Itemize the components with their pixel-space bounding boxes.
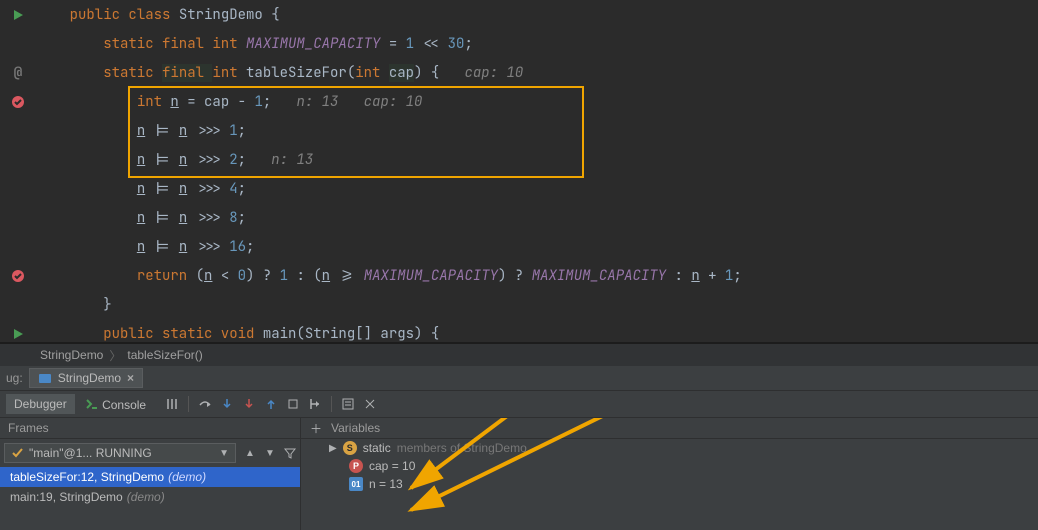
- step-into-icon[interactable]: [217, 394, 237, 414]
- run-gutter-icon[interactable]: [11, 327, 25, 341]
- variable-cap[interactable]: P cap = 10: [301, 457, 1038, 475]
- close-icon[interactable]: ×: [127, 371, 134, 385]
- run-gutter-icon[interactable]: [11, 8, 25, 22]
- threads-icon[interactable]: [162, 394, 182, 414]
- breakpoint-gutter-icon[interactable]: [11, 95, 25, 109]
- code-area[interactable]: public class StringDemo { static final i…: [36, 0, 1038, 348]
- code-line[interactable]: static final int tableSizeFor(int cap) {…: [36, 58, 1038, 87]
- check-icon: [11, 446, 25, 460]
- code-editor[interactable]: @ public class StringDemo { static final…: [0, 0, 1038, 343]
- var-name: n: [369, 477, 376, 491]
- code-line[interactable]: n |= n >>> 8;: [36, 203, 1038, 232]
- variables-title: Variables: [331, 421, 380, 435]
- debug-header-prefix: ug:: [0, 371, 29, 385]
- static-label: static: [363, 441, 391, 455]
- add-watch-icon[interactable]: ＋: [309, 421, 323, 435]
- expand-icon[interactable]: ▶: [329, 443, 337, 454]
- editor-gutter[interactable]: @: [0, 0, 36, 342]
- drop-frame-icon[interactable]: [283, 394, 303, 414]
- frames-title: Frames: [0, 418, 300, 439]
- var-value: 10: [402, 459, 415, 473]
- code-line[interactable]: static final int MAXIMUM_CAPACITY = 1 <<…: [36, 29, 1038, 58]
- tab-debugger[interactable]: Debugger: [6, 394, 75, 414]
- code-line[interactable]: n |= n >>> 4;: [36, 174, 1038, 203]
- param-badge-icon: P: [349, 459, 363, 473]
- divider: [331, 396, 332, 412]
- variables-panel: ＋ Variables ▶ S static members of String…: [301, 418, 1038, 530]
- int-badge-icon: 01: [349, 477, 363, 491]
- thread-label: "main"@1... RUNNING: [29, 446, 215, 460]
- override-gutter-icon[interactable]: @: [14, 64, 22, 82]
- breakpoint-gutter-icon[interactable]: [11, 269, 25, 283]
- debug-header: ug: StringDemo ×: [0, 366, 1038, 391]
- breadcrumb-method[interactable]: tableSizeFor(): [127, 348, 202, 362]
- debug-tool-window: ug: StringDemo × Debugger Console Frames: [0, 366, 1038, 530]
- var-name: cap: [369, 459, 388, 473]
- breadcrumb-separator: 〉: [109, 347, 121, 364]
- static-badge-icon: S: [343, 441, 357, 455]
- code-line[interactable]: n |= n >>> 16;: [36, 232, 1038, 261]
- code-line[interactable]: n |= n >>> 1;: [36, 116, 1038, 145]
- breadcrumb-class[interactable]: StringDemo: [40, 348, 103, 362]
- step-out-icon[interactable]: [261, 394, 281, 414]
- code-line[interactable]: n |= n >>> 2; n: 13: [36, 145, 1038, 174]
- code-line[interactable]: public class StringDemo {: [36, 0, 1038, 29]
- filter-icon[interactable]: [280, 443, 300, 463]
- evaluate-icon[interactable]: [338, 394, 358, 414]
- code-line[interactable]: public static void main(String[] args) {: [36, 319, 1038, 348]
- prev-frame-icon[interactable]: ▲: [240, 443, 260, 463]
- code-line[interactable]: return (n < 0) ? 1 : (n >= MAXIMUM_CAPAC…: [36, 261, 1038, 290]
- code-line[interactable]: }: [36, 290, 1038, 319]
- chevron-down-icon: ▼: [219, 448, 229, 459]
- force-step-into-icon[interactable]: [239, 394, 259, 414]
- trace-icon[interactable]: [360, 394, 380, 414]
- thread-selector[interactable]: "main"@1... RUNNING ▼: [4, 443, 236, 463]
- step-over-icon[interactable]: [195, 394, 215, 414]
- divider: [188, 396, 189, 412]
- next-frame-icon[interactable]: ▼: [260, 443, 280, 463]
- variable-n[interactable]: 01 n = 13: [301, 475, 1038, 493]
- tab-console[interactable]: Console: [77, 394, 154, 415]
- code-line[interactable]: int n = cap - 1; n: 13 cap: 10: [36, 87, 1038, 116]
- debug-config-label: StringDemo: [58, 371, 121, 385]
- stack-frame[interactable]: tableSizeFor:12, StringDemo (demo): [0, 467, 300, 487]
- debug-config-tab[interactable]: StringDemo ×: [29, 368, 143, 388]
- var-value: 13: [389, 477, 402, 491]
- frames-panel: Frames "main"@1... RUNNING ▼ ▲ ▼ tableSi…: [0, 418, 301, 530]
- stack-frame[interactable]: main:19, StringDemo (demo): [0, 487, 300, 507]
- console-icon: [85, 397, 99, 411]
- variables-static-row[interactable]: ▶ S static members of StringDemo: [301, 439, 1038, 457]
- run-to-cursor-icon[interactable]: [305, 394, 325, 414]
- static-tail: members of StringDemo: [397, 441, 527, 455]
- application-icon: [38, 371, 52, 385]
- debug-tabbar: Debugger Console: [0, 391, 1038, 418]
